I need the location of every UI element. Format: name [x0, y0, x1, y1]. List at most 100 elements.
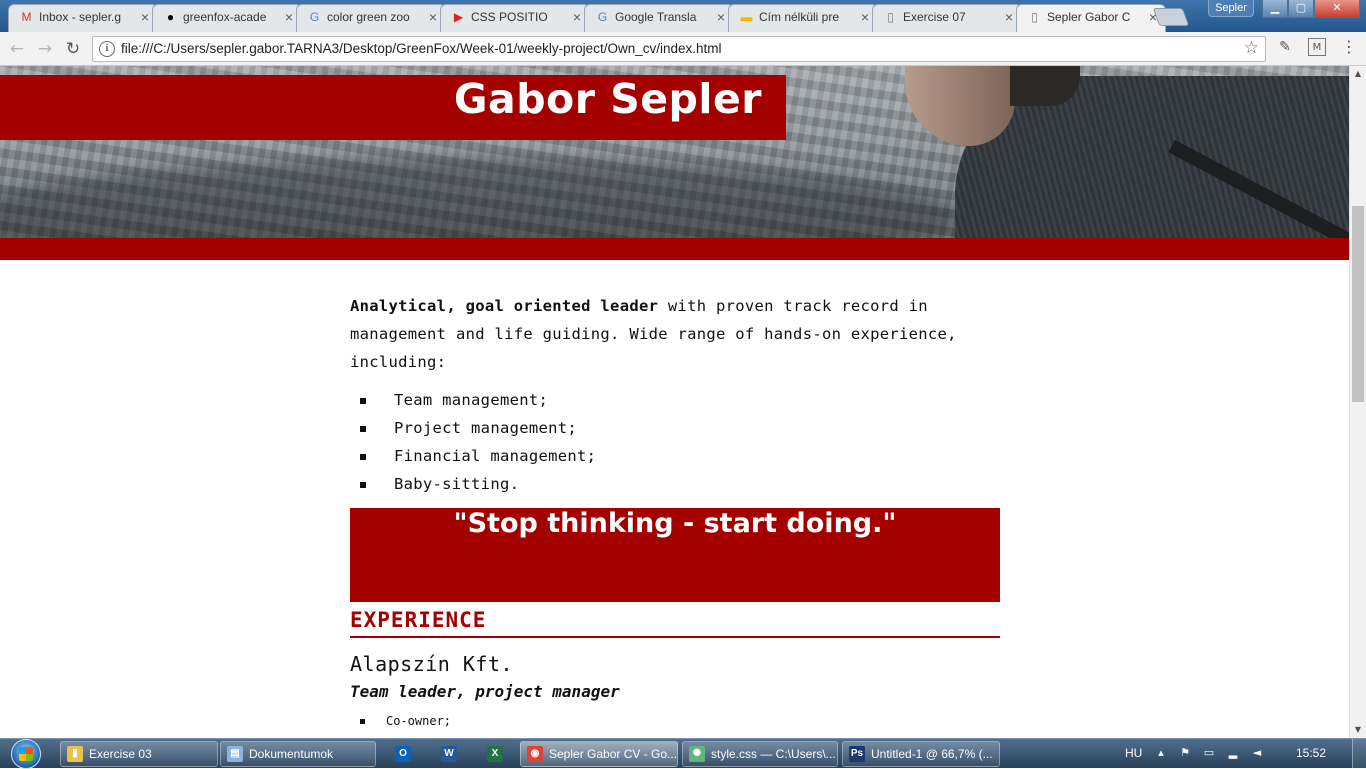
- browser-tab-strip: M Inbox - sepler.g × ● greenfox-acade × Gcolor…: [0, 0, 1366, 33]
- atom-icon: ✺: [689, 746, 705, 762]
- volume-muted-icon[interactable]: ◄: [1250, 746, 1264, 760]
- tab-close-icon[interactable]: ×: [1005, 5, 1013, 29]
- eyedropper-extension-icon[interactable]: ✎: [1276, 38, 1294, 56]
- tab-title: Sepler Gabor C: [1047, 10, 1131, 24]
- vertical-scrollbar[interactable]: ▲ ▼: [1349, 66, 1366, 738]
- bookmark-star-icon[interactable]: ☆: [1244, 38, 1259, 58]
- tab-close-icon[interactable]: ×: [285, 5, 293, 29]
- reload-icon[interactable]: ↻: [62, 38, 84, 60]
- extension-icon[interactable]: M: [1308, 38, 1326, 56]
- scroll-down-arrow-icon[interactable]: ▼: [1350, 722, 1366, 738]
- intro-highlight: Analytical, goal oriented leader: [350, 297, 659, 315]
- duties-list: Co-owner;: [350, 711, 1000, 731]
- page-viewport: Gabor Sepler Analytical, goal oriented l…: [0, 66, 1349, 738]
- language-indicator[interactable]: HU: [1125, 739, 1142, 769]
- page-icon: ▯: [1031, 10, 1038, 24]
- skill-item: Financial management;: [350, 442, 1000, 470]
- minimize-button[interactable]: ▁: [1262, 0, 1288, 18]
- tab-close-icon[interactable]: ×: [717, 5, 725, 29]
- experience-heading: EXPERIENCE: [350, 608, 1000, 638]
- back-arrow-icon[interactable]: ←: [6, 38, 28, 60]
- google-slides-icon: ▬: [740, 10, 753, 24]
- tab-title: CSS POSITIO: [471, 10, 548, 24]
- page-icon: ▯: [887, 10, 894, 24]
- tab-close-icon[interactable]: ×: [429, 5, 437, 29]
- quote-box: "Stop thinking - start doing.": [350, 508, 1000, 602]
- outlook-icon: O: [395, 746, 411, 762]
- browser-tab[interactable]: ▯ Sepler Gabor C ×: [1016, 4, 1166, 33]
- tab-close-icon[interactable]: ×: [861, 5, 869, 29]
- taskbar-app-button[interactable]: ◉ Sepler Gabor CV - Go...: [520, 741, 678, 767]
- forward-arrow-icon[interactable]: →: [34, 38, 56, 60]
- duty-item: Co-owner;: [350, 711, 1000, 731]
- profile-button[interactable]: Sepler: [1208, 0, 1254, 17]
- tab-close-icon[interactable]: ×: [573, 5, 581, 29]
- windows-taskbar: ▮ Exercise 03 ▤ Dokumentumok ◉ Sepler Gabor C…: [0, 738, 1366, 769]
- new-tab-button[interactable]: [1152, 8, 1190, 26]
- start-button[interactable]: [6, 739, 46, 769]
- action-center-flag-icon[interactable]: ⚑: [1178, 746, 1192, 760]
- browser-tab[interactable]: ● greenfox-acade ×: [152, 4, 302, 32]
- youtube-icon: ▶: [453, 10, 464, 24]
- tab-title: color green zoo: [327, 10, 410, 24]
- skill-item: Baby-sitting.: [350, 470, 1000, 498]
- tab-title: Google Transla: [615, 10, 697, 24]
- tab-title: Cím nélküli pre: [759, 10, 840, 24]
- taskbar-app-label: Exercise 03: [89, 747, 152, 761]
- skill-item: Team management;: [350, 386, 1000, 414]
- scroll-thumb[interactable]: [1352, 206, 1364, 402]
- menu-icon[interactable]: ⋮: [1340, 38, 1358, 56]
- taskbar-app-button[interactable]: ▤ Dokumentumok: [220, 741, 376, 767]
- page-title: Gabor Sepler: [453, 75, 762, 123]
- browser-toolbar: ← → ↻ i file:///C:/Users/sepler.gabor.TA…: [0, 32, 1366, 66]
- maximize-button[interactable]: ▢: [1288, 0, 1314, 18]
- documents-icon: ▤: [227, 746, 243, 762]
- skills-list: Team management; Project management; Finan…: [350, 386, 1000, 498]
- url-text[interactable]: file:///C:/Users/sepler.gabor.TARNA3/Des…: [121, 37, 722, 61]
- taskbar-app-label: Dokumentumok: [249, 747, 334, 761]
- pinned-app-button[interactable]: X: [474, 741, 516, 767]
- skill-item: Project management;: [350, 414, 1000, 442]
- browser-tab[interactable]: Gcolor green zoo ×: [296, 4, 446, 32]
- taskbar-app-button[interactable]: Ps Untitled-1 @ 66,7% (...: [842, 741, 1000, 767]
- name-banner: Gabor Sepler: [0, 75, 786, 140]
- taskbar-app-label: Untitled-1 @ 66,7% (...: [871, 747, 993, 761]
- google-icon: G: [309, 10, 320, 24]
- browser-tab[interactable]: G Google Transla ×: [584, 4, 734, 32]
- clock[interactable]: 15:52: [1296, 739, 1326, 769]
- site-info-icon[interactable]: i: [99, 41, 115, 57]
- excel-icon: X: [487, 746, 503, 762]
- taskbar-app-button[interactable]: ▮ Exercise 03: [60, 741, 218, 767]
- taskbar-app-button[interactable]: ✺ style.css — C:\Users\...: [682, 741, 838, 767]
- windows-logo-icon: [19, 747, 33, 761]
- power-icon[interactable]: ▭: [1202, 746, 1216, 760]
- show-desktop-button[interactable]: [1352, 739, 1366, 769]
- main-content: Analytical, goal oriented leader with pr…: [350, 292, 1000, 731]
- job-role: Team leader, project manager: [350, 682, 620, 701]
- browser-tab[interactable]: M Inbox - sepler.g ×: [8, 4, 158, 32]
- browser-tab[interactable]: ▯ Exercise 07 ×: [872, 4, 1022, 32]
- pinned-app-button[interactable]: W: [428, 741, 470, 767]
- tab-close-icon[interactable]: ×: [141, 5, 149, 29]
- pinned-app-button[interactable]: O: [382, 741, 424, 767]
- github-icon: ●: [166, 10, 175, 24]
- word-icon: W: [441, 746, 457, 762]
- browser-tab[interactable]: ▬ Cím nélküli pre ×: [728, 4, 878, 32]
- show-hidden-icons-icon[interactable]: ▴: [1154, 746, 1168, 760]
- gmail-icon: M: [21, 10, 32, 24]
- google-translate-icon: G: [597, 10, 608, 24]
- browser-tab[interactable]: ▶ CSS POSITIO ×: [440, 4, 590, 32]
- address-bar[interactable]: i file:///C:/Users/sepler.gabor.TARNA3/D…: [92, 36, 1266, 62]
- tab-title: greenfox-acade: [183, 10, 267, 24]
- taskbar-app-label: style.css — C:\Users\...: [711, 747, 836, 761]
- network-signal-icon[interactable]: ▂: [1226, 746, 1240, 760]
- header-accent-bar: [0, 238, 1349, 260]
- intro-paragraph: Analytical, goal oriented leader with pr…: [350, 292, 1000, 376]
- company-name: Alapszín Kft.: [350, 652, 514, 676]
- close-window-button[interactable]: ✕: [1314, 0, 1360, 18]
- tab-title: Inbox - sepler.g: [39, 10, 122, 24]
- taskbar-app-label: Sepler Gabor CV - Go...: [549, 747, 678, 761]
- folder-icon: ▮: [67, 746, 83, 762]
- chrome-icon: ◉: [527, 746, 543, 762]
- scroll-up-arrow-icon[interactable]: ▲: [1350, 66, 1366, 82]
